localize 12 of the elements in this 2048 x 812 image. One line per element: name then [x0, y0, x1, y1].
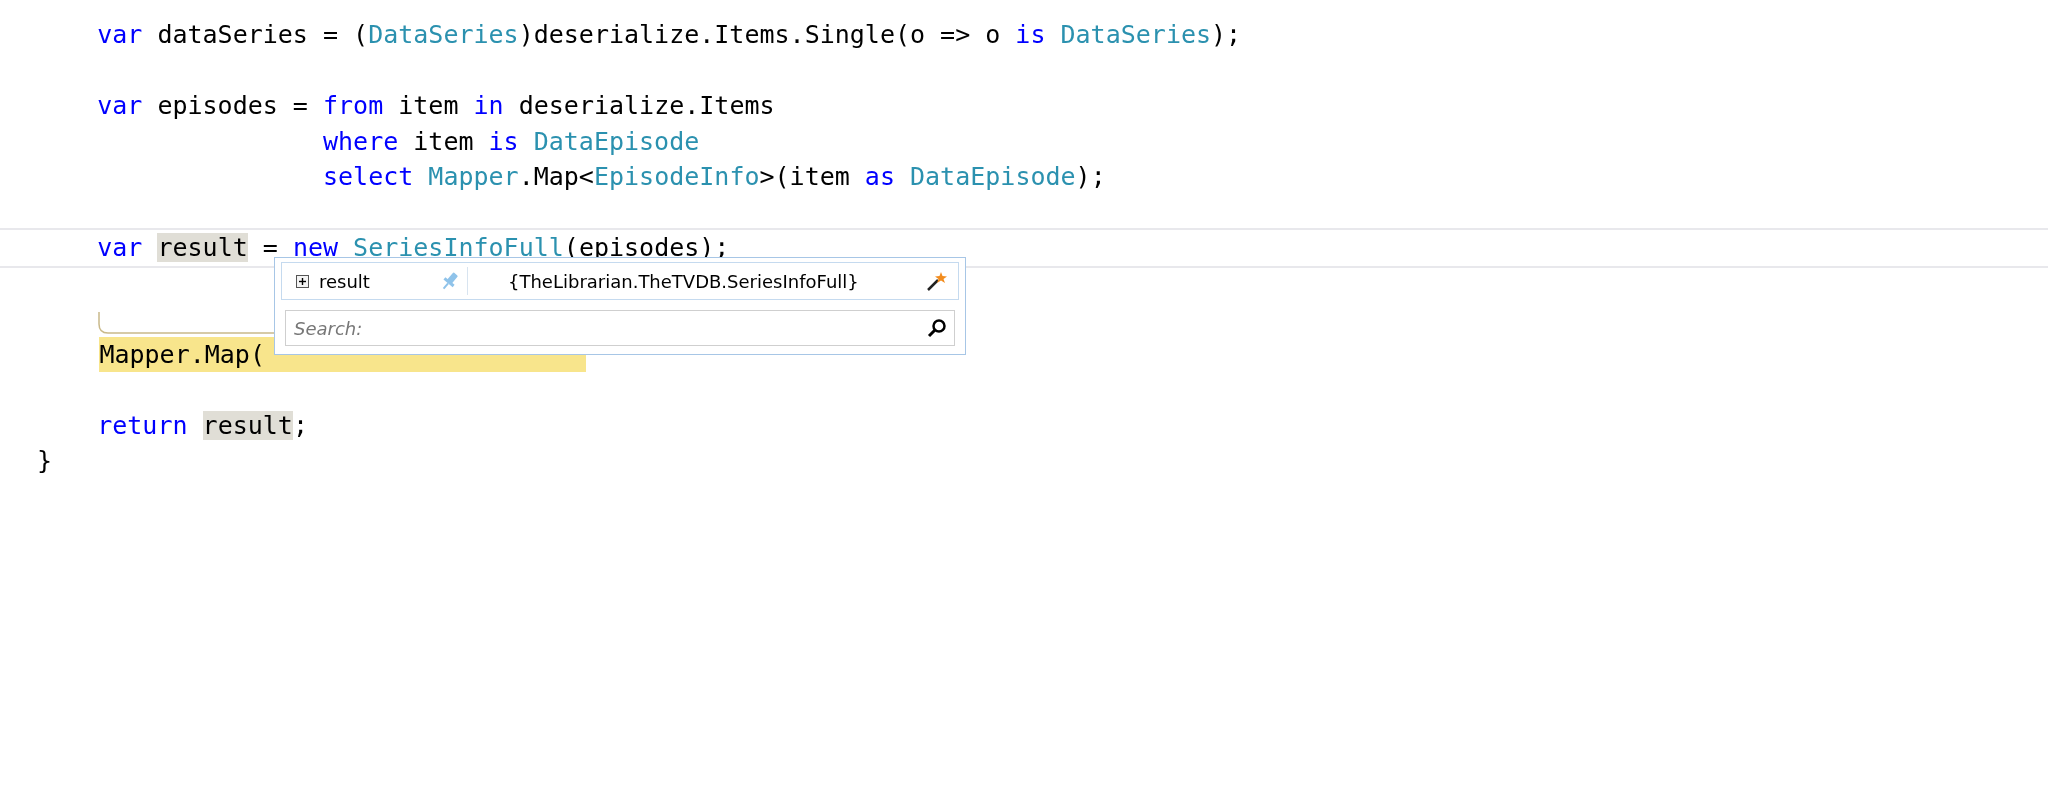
- code-line: where item is DataEpisode: [321, 125, 700, 158]
- variable-name: result: [319, 270, 371, 292]
- search-field[interactable]: Search:: [285, 310, 955, 346]
- code-line: var episodes = from item in deserialize.Items: [96, 90, 775, 122]
- magic-wand-icon[interactable]: [926, 270, 948, 292]
- code-line: select Mapper.Map<EpisodeInfo>(item as DataEpisode);: [321, 161, 1106, 193]
- expand-icon[interactable]: [296, 274, 309, 288]
- variable-value: {TheLibrarian.TheTVDB.SeriesInfoFull}: [508, 270, 860, 292]
- code-line: }: [37, 445, 53, 477]
- code-line: var dataSeries = (DataSeries)deserialize.Items.Single(o => o is DataSeries);: [96, 19, 1242, 51]
- code-line: return result;: [96, 409, 308, 442]
- search-icon[interactable]: [927, 318, 947, 338]
